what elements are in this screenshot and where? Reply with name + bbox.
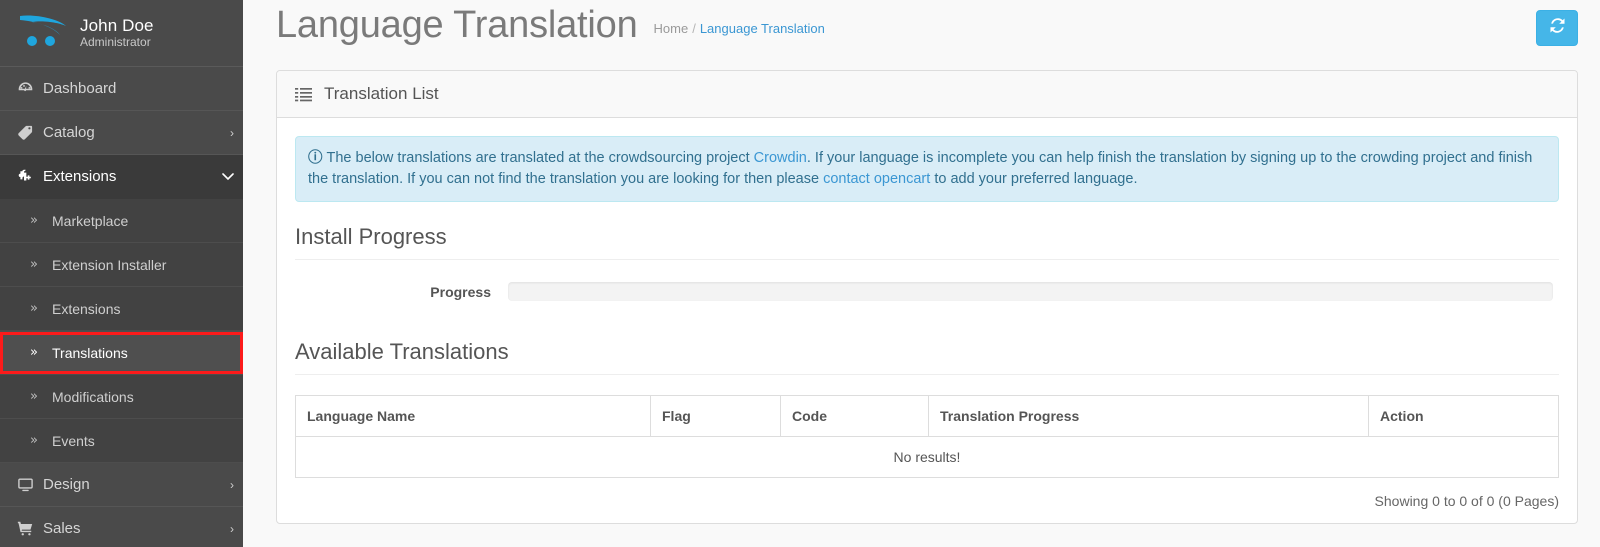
double-chevron-right-icon: »: [30, 433, 38, 448]
refresh-button[interactable]: [1536, 10, 1578, 46]
info-circle-icon: ⓘ: [308, 150, 323, 166]
sidebar-item-extension-installer[interactable]: » Extension Installer: [0, 243, 243, 287]
dashboard-icon: [17, 80, 43, 97]
translations-table: Language Name Flag Code Translation Prog…: [295, 395, 1559, 479]
contact-opencart-link[interactable]: contact opencart: [823, 171, 930, 187]
sidebar-item-label: Translations: [52, 344, 128, 361]
breadcrumb-home[interactable]: Home: [654, 21, 689, 36]
list-icon: [295, 87, 312, 102]
chevron-right-icon: ›: [230, 477, 234, 492]
crowdin-link[interactable]: Crowdin: [754, 150, 807, 166]
sidebar-item-label: Extensions: [43, 168, 117, 185]
profile-role: Administrator: [80, 35, 151, 50]
sidebar-submenu-extensions: » Marketplace » Extension Installer » Ex…: [0, 199, 243, 463]
sidebar-item-marketplace[interactable]: » Marketplace: [0, 199, 243, 243]
double-chevron-right-icon: »: [30, 389, 38, 404]
sidebar-item-events[interactable]: » Events: [0, 419, 243, 463]
tag-icon: [17, 124, 43, 141]
progress-row: Progress: [295, 282, 1559, 303]
page-header: Language Translation Home / Language Trans…: [243, 0, 1600, 62]
sidebar-item-label: Modifications: [52, 388, 134, 405]
double-chevron-right-icon: »: [30, 345, 38, 360]
sidebar-item-label: Extensions: [52, 300, 121, 317]
chevron-right-icon: ›: [230, 521, 234, 536]
no-results-cell: No results!: [295, 436, 1559, 479]
profile-name: John Doe: [80, 15, 154, 35]
available-translations-title: Available Translations: [295, 339, 1559, 376]
chevron-right-icon: ›: [230, 125, 234, 140]
sidebar-item-catalog[interactable]: Catalog ›: [0, 111, 243, 155]
table-footer: Showing 0 to 0 of 0 (0 Pages): [295, 493, 1559, 509]
sidebar-item-label: Design: [43, 476, 90, 493]
main-content: Language Translation Home / Language Trans…: [243, 0, 1600, 547]
page-title: Language Translation: [276, 4, 638, 46]
sidebar: John Doe Administrator Dashboard Catalog…: [0, 0, 243, 547]
double-chevron-right-icon: »: [30, 301, 38, 316]
monitor-icon: [17, 476, 43, 493]
double-chevron-right-icon: »: [30, 213, 38, 228]
translation-list-panel: Translation List ⓘ The below translations…: [276, 70, 1578, 525]
column-header-translation-progress: Translation Progress: [928, 395, 1369, 438]
sidebar-item-label: Sales: [43, 520, 81, 537]
sidebar-item-design[interactable]: Design ›: [0, 463, 243, 507]
column-header-code: Code: [780, 395, 929, 438]
sidebar-scroll-area[interactable]: John Doe Administrator Dashboard Catalog…: [0, 0, 243, 547]
cart-icon: [17, 520, 43, 537]
sidebar-item-modifications[interactable]: » Modifications: [0, 375, 243, 419]
progress-label: Progress: [430, 283, 491, 300]
sidebar-item-extensions-sub[interactable]: » Extensions: [0, 287, 243, 331]
double-chevron-right-icon: »: [30, 257, 38, 272]
refresh-icon: [1549, 17, 1566, 39]
column-header-language-name: Language Name: [295, 395, 651, 438]
install-progress-title: Install Progress: [295, 224, 1559, 261]
sidebar-item-label: Events: [52, 432, 95, 449]
panel-body: ⓘ The below translations are translated a…: [277, 118, 1577, 523]
sidebar-item-label: Catalog: [43, 124, 95, 141]
chevron-down-icon: [222, 171, 234, 183]
sidebar-item-translations[interactable]: » Translations: [0, 331, 243, 375]
table-body: No results!: [295, 436, 1559, 479]
alert-text-part3: to add your preferred language.: [930, 171, 1138, 188]
sidebar-item-extensions[interactable]: Extensions: [0, 155, 243, 199]
puzzle-icon: [17, 168, 43, 185]
progress-bar: [508, 282, 1553, 302]
profile-header: John Doe Administrator: [0, 0, 243, 67]
column-header-action: Action: [1368, 395, 1559, 438]
column-header-flag: Flag: [650, 395, 781, 438]
info-alert: ⓘ The below translations are translated a…: [295, 136, 1559, 203]
panel-heading: Translation List: [277, 71, 1577, 118]
opencart-cart-logo-icon: [14, 10, 76, 56]
breadcrumb-current[interactable]: Language Translation: [700, 21, 825, 36]
sidebar-item-sales[interactable]: Sales ›: [0, 507, 243, 547]
breadcrumb: Home / Language Translation: [654, 21, 825, 36]
sidebar-item-label: Marketplace: [52, 212, 129, 229]
alert-text-part1: The below translations are translated at…: [326, 150, 754, 166]
panel-title: Translation List: [324, 84, 439, 103]
sidebar-item-dashboard[interactable]: Dashboard: [0, 67, 243, 111]
sidebar-item-label: Dashboard: [43, 80, 117, 97]
table-header-row: Language Name Flag Code Translation Prog…: [295, 395, 1559, 438]
breadcrumb-separator: /: [692, 21, 696, 36]
results-count-text: Showing 0 to 0 of 0 (0 Pages): [1374, 493, 1559, 510]
sidebar-item-label: Extension Installer: [52, 256, 167, 273]
table-row-empty: No results!: [295, 436, 1559, 479]
